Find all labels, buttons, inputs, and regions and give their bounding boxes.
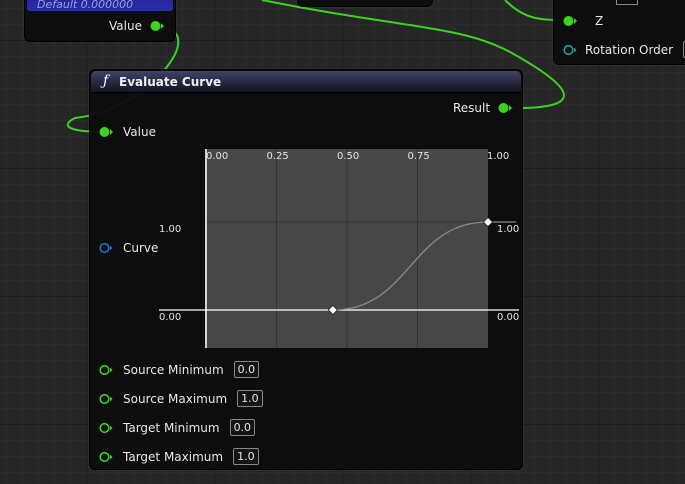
target-maximum-pin-row[interactable]: Target Maximum 1.0 <box>99 448 259 465</box>
value-output-pin-row[interactable]: Value <box>109 19 164 33</box>
float-pin-icon[interactable] <box>563 15 577 27</box>
result-label: Result <box>453 101 491 115</box>
float-pin-icon[interactable] <box>99 451 113 463</box>
node-title: Evaluate Curve <box>119 75 222 89</box>
y-tick-label-left: 0.00 <box>159 312 181 323</box>
float-pin-icon[interactable] <box>99 393 113 405</box>
target-minimum-label: Target Minimum <box>123 420 220 435</box>
default-text: Default 0.000000 <box>37 0 134 11</box>
float-pin-icon[interactable] <box>99 126 113 138</box>
target-maximum-input[interactable]: 1.0 <box>233 448 259 465</box>
float-pin-icon[interactable] <box>498 102 513 114</box>
source-minimum-label: Source Minimum <box>123 362 224 377</box>
middle-node[interactable] <box>297 0 433 7</box>
z-pin-row[interactable]: Z <box>563 14 603 28</box>
value-output-label: Value <box>109 19 142 33</box>
rotation-order-label: Rotation Order <box>585 42 674 57</box>
float-pin-icon[interactable] <box>99 364 113 376</box>
set-node[interactable]: Default 0.000000 Value <box>24 0 176 42</box>
rotator-node[interactable]: Z Rotation Order Z <box>553 0 685 65</box>
source-minimum-pin-row[interactable]: Source Minimum 0.0 <box>99 361 260 378</box>
y-tick-label-left: 1.00 <box>159 224 181 235</box>
set-node-header: Default 0.000000 <box>27 0 173 11</box>
x-tick-label: 1.00 <box>487 151 509 162</box>
target-minimum-input[interactable]: 0.0 <box>229 419 256 436</box>
value-input-pin-row[interactable]: Value <box>99 125 156 139</box>
curve-pin-icon[interactable] <box>99 242 113 254</box>
z-label: Z <box>595 14 604 28</box>
y-tick-label-right: 0.00 <box>497 312 519 323</box>
float-pin-icon[interactable] <box>150 20 164 32</box>
result-pin-row[interactable]: Result <box>453 101 513 115</box>
source-maximum-input[interactable]: 1.0 <box>237 390 263 407</box>
curve-pin-row[interactable]: Curve <box>99 241 158 255</box>
evaluate-curve-header[interactable]: ƒ Evaluate Curve <box>91 71 521 93</box>
source-maximum-pin-row[interactable]: Source Maximum 1.0 <box>99 390 263 407</box>
enum-pin-icon[interactable] <box>563 44 577 56</box>
value-input-label: Value <box>123 125 156 139</box>
function-icon: ƒ <box>103 73 109 89</box>
source-minimum-input[interactable]: 0.0 <box>233 361 260 378</box>
curve-label: Curve <box>123 241 159 255</box>
curve-editor[interactable] <box>205 149 488 348</box>
rotation-order-pin-row[interactable]: Rotation Order Z <box>563 41 685 58</box>
float-pin-icon[interactable] <box>99 422 113 434</box>
evaluate-curve-node[interactable]: ƒ Evaluate Curve Result Value Curve 0.00… <box>89 69 523 470</box>
target-maximum-label: Target Maximum <box>123 449 224 464</box>
target-minimum-pin-row[interactable]: Target Minimum 0.0 <box>99 419 256 436</box>
y-tick-label-right: 1.00 <box>497 224 519 235</box>
source-maximum-label: Source Maximum <box>123 391 228 406</box>
input-box-top[interactable] <box>616 0 638 5</box>
